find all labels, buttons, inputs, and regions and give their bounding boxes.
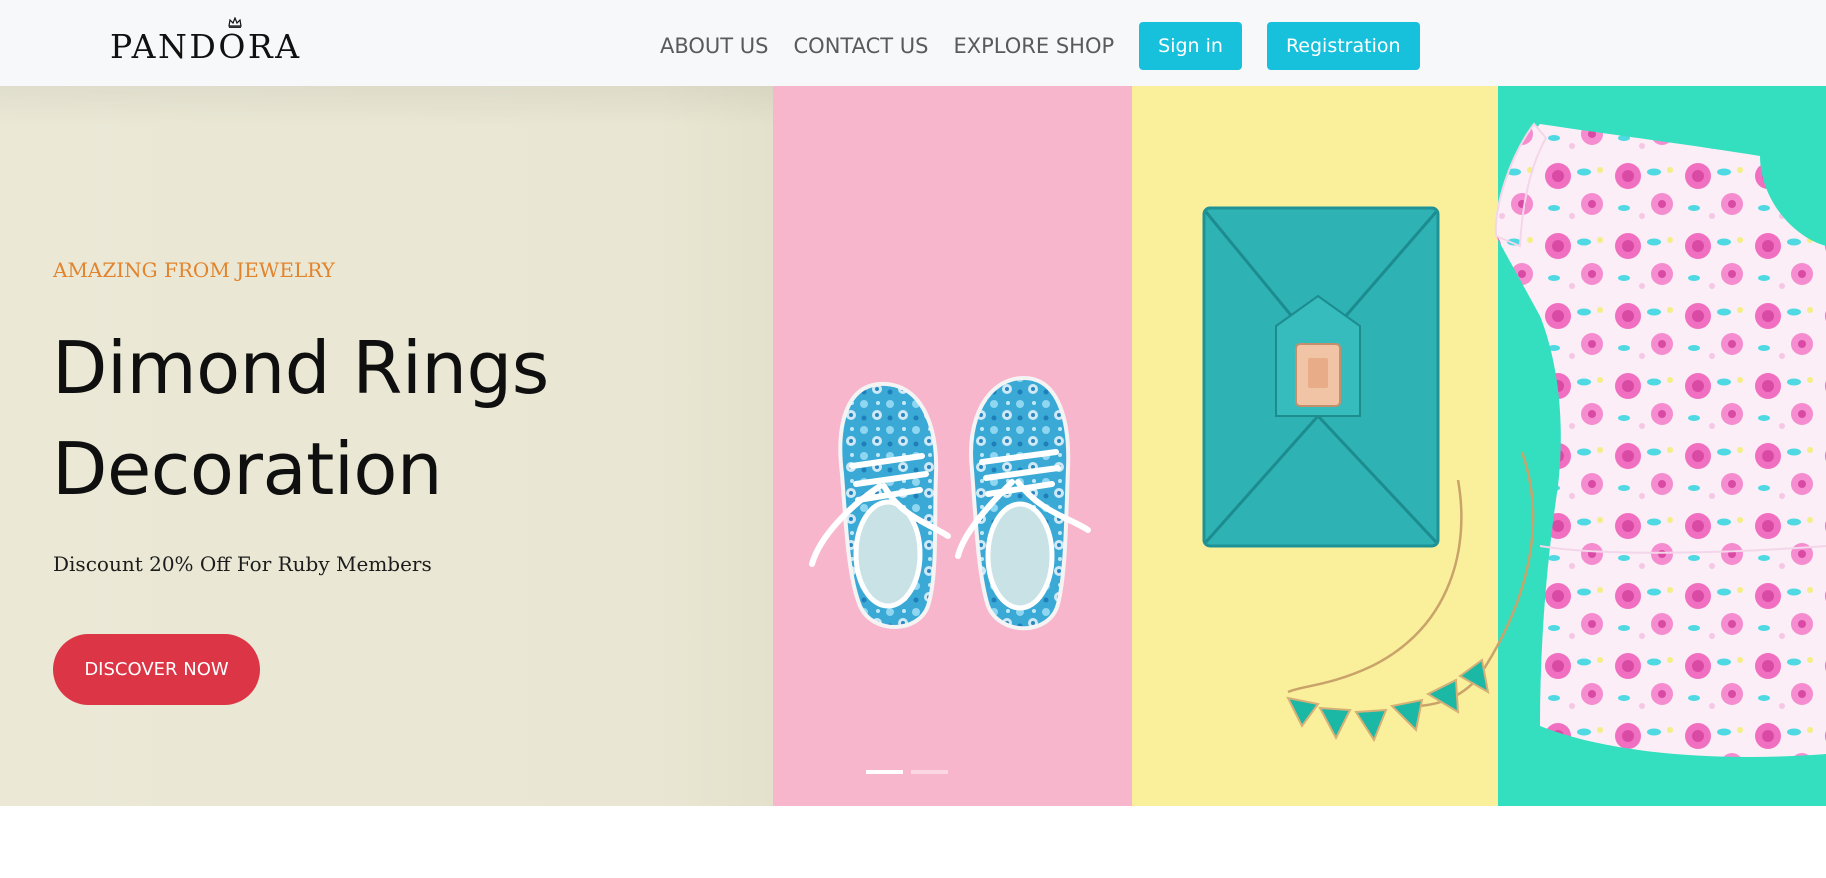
carousel-indicators [866,770,956,774]
clutch-illustration [1202,206,1440,548]
carousel-indicator-2[interactable] [911,770,948,774]
brand-logo[interactable]: PANDORA [110,17,302,66]
hero-title: Dimond Rings Decoration [52,318,549,520]
brand-logo-text: PANDORA [110,26,302,66]
carousel-indicator-1[interactable] [866,770,903,774]
hero-title-line-2: Decoration [52,427,443,511]
crown-icon [228,17,242,28]
nav-link-about-us[interactable]: ABOUT US [660,34,769,58]
nav-link-explore-shop[interactable]: EXPLORE SHOP [953,34,1114,58]
discover-now-button[interactable]: DISCOVER NOW [53,634,260,705]
dress-illustration [1494,122,1826,757]
nav-link-contact-us[interactable]: CONTACT US [794,34,929,58]
hero-eyebrow: AMAZING FROM JEWELRY [53,258,335,282]
sneakers-illustration [809,375,1091,631]
hero-title-line-1: Dimond Rings [52,326,549,410]
hero-carousel: AMAZING FROM JEWELRY Dimond Rings Decora… [0,86,1826,806]
sign-in-button[interactable]: Sign in [1139,22,1242,70]
registration-button[interactable]: Registration [1266,22,1420,70]
hero-subtitle: Discount 20% Off For Ruby Members [53,552,432,576]
main-nav: ABOUT US CONTACT US EXPLORE SHOP Sign in… [660,22,1420,70]
top-navbar: PANDORA ABOUT US CONTACT US EXPLORE SHOP… [0,0,1826,86]
